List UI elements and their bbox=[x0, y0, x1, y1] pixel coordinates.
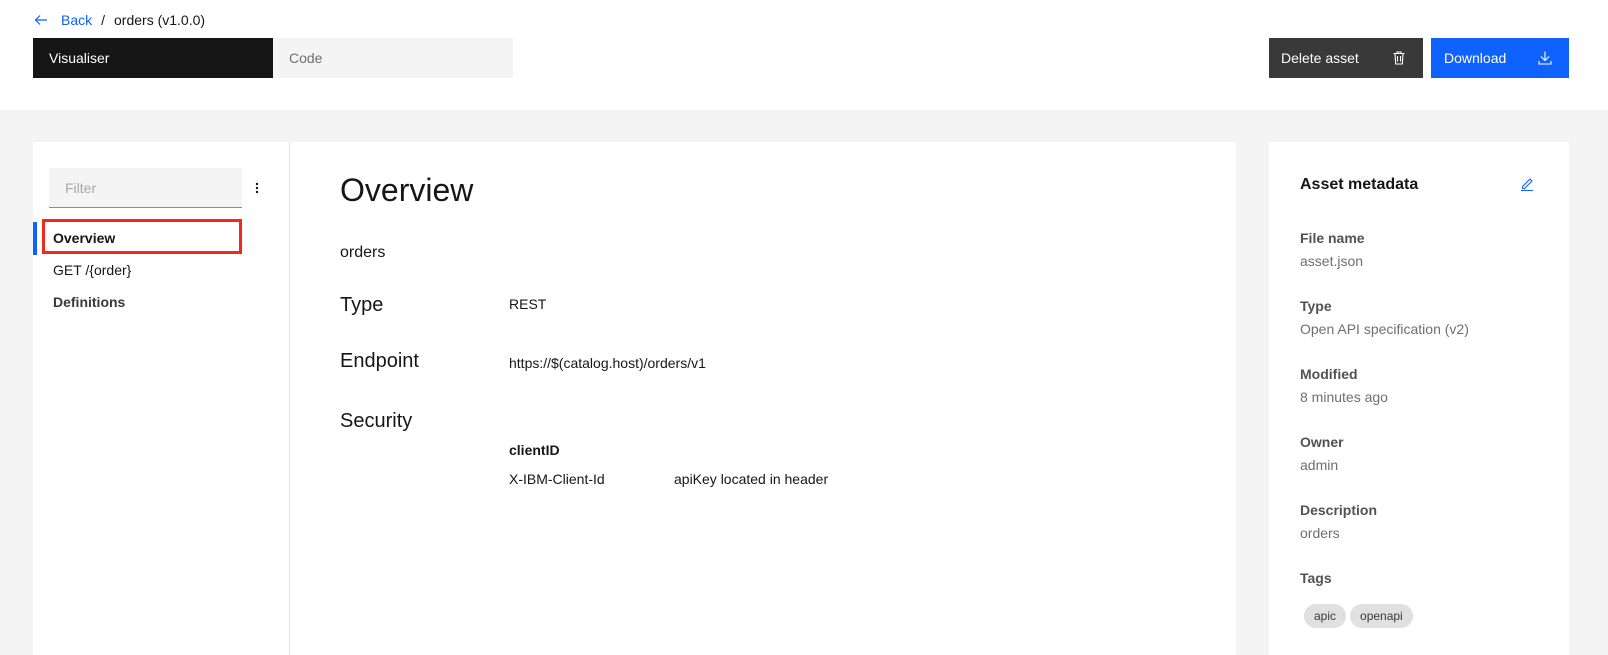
visualiser-tab[interactable]: Visualiser bbox=[33, 38, 273, 78]
tag[interactable]: apic bbox=[1304, 604, 1347, 628]
breadcrumb-current: orders (v1.0.0) bbox=[114, 12, 206, 28]
arrow-left-icon bbox=[34, 15, 47, 25]
filter-input[interactable] bbox=[49, 168, 242, 208]
metadata-title: Asset metadata bbox=[1300, 176, 1419, 193]
type-meta-value: Open API specification (v2) bbox=[1300, 321, 1469, 337]
delete-asset-button[interactable]: Delete asset bbox=[1269, 38, 1423, 78]
type-meta-label: Type bbox=[1300, 298, 1332, 314]
owner-value: admin bbox=[1300, 457, 1339, 473]
file-name-label: File name bbox=[1300, 230, 1365, 246]
navigation-panel: Overview GET /{order} Definitions bbox=[33, 142, 290, 655]
tags-label: Tags bbox=[1300, 570, 1332, 586]
security-description: apiKey located in header bbox=[674, 471, 829, 487]
file-name-value: asset.json bbox=[1300, 253, 1364, 269]
nav-item-get-order[interactable]: GET /{order} bbox=[33, 254, 290, 286]
page-title: Overview bbox=[340, 172, 474, 208]
trash-icon bbox=[1393, 51, 1405, 65]
download-button[interactable]: Download bbox=[1431, 38, 1569, 78]
description-label: Description bbox=[1300, 502, 1378, 518]
code-tab[interactable]: Code bbox=[273, 38, 513, 78]
nav-item-overview[interactable]: Overview bbox=[33, 222, 290, 254]
overflow-menu-icon[interactable] bbox=[248, 178, 266, 198]
top-bar: Back / orders (v1.0.0) Visualiser Code D… bbox=[0, 0, 1608, 110]
breadcrumb: Back / orders (v1.0.0) bbox=[33, 10, 205, 30]
breadcrumb-separator: / bbox=[101, 12, 106, 28]
modified-value: 8 minutes ago bbox=[1300, 389, 1388, 405]
view-switcher: Visualiser Code bbox=[33, 38, 513, 78]
modified-label: Modified bbox=[1300, 366, 1358, 382]
security-label: Security bbox=[340, 410, 413, 432]
nav-item-label: GET /{order} bbox=[53, 262, 132, 278]
api-description: orders bbox=[340, 244, 386, 261]
overview-panel: Overview orders Type REST Endpoint https… bbox=[290, 142, 1236, 655]
description-value: orders bbox=[1300, 525, 1340, 541]
metadata-panel: Asset metadata File name asset.json Type… bbox=[1269, 142, 1569, 655]
vertical-dots-icon bbox=[255, 182, 259, 194]
delete-asset-label: Delete asset bbox=[1281, 50, 1359, 66]
download-icon bbox=[1538, 51, 1552, 65]
security-scheme-name: clientID bbox=[509, 442, 560, 458]
type-label: Type bbox=[340, 294, 384, 316]
download-label: Download bbox=[1444, 50, 1507, 66]
tag-list: apic openapi bbox=[1304, 604, 1413, 628]
nav-item-label: Overview bbox=[53, 230, 116, 246]
back-link[interactable]: Back bbox=[33, 12, 92, 28]
endpoint-label: Endpoint bbox=[340, 350, 419, 372]
edit-icon[interactable] bbox=[1519, 176, 1535, 192]
tag[interactable]: openapi bbox=[1350, 604, 1413, 628]
security-header-name: X-IBM-Client-Id bbox=[509, 471, 605, 487]
nav-item-label: Definitions bbox=[53, 294, 126, 310]
nav-item-definitions[interactable]: Definitions bbox=[33, 286, 290, 318]
owner-label: Owner bbox=[1300, 434, 1344, 450]
type-value: REST bbox=[509, 296, 547, 312]
endpoint-value: https://$(catalog.host)/orders/v1 bbox=[509, 355, 706, 371]
back-label: Back bbox=[61, 12, 93, 28]
